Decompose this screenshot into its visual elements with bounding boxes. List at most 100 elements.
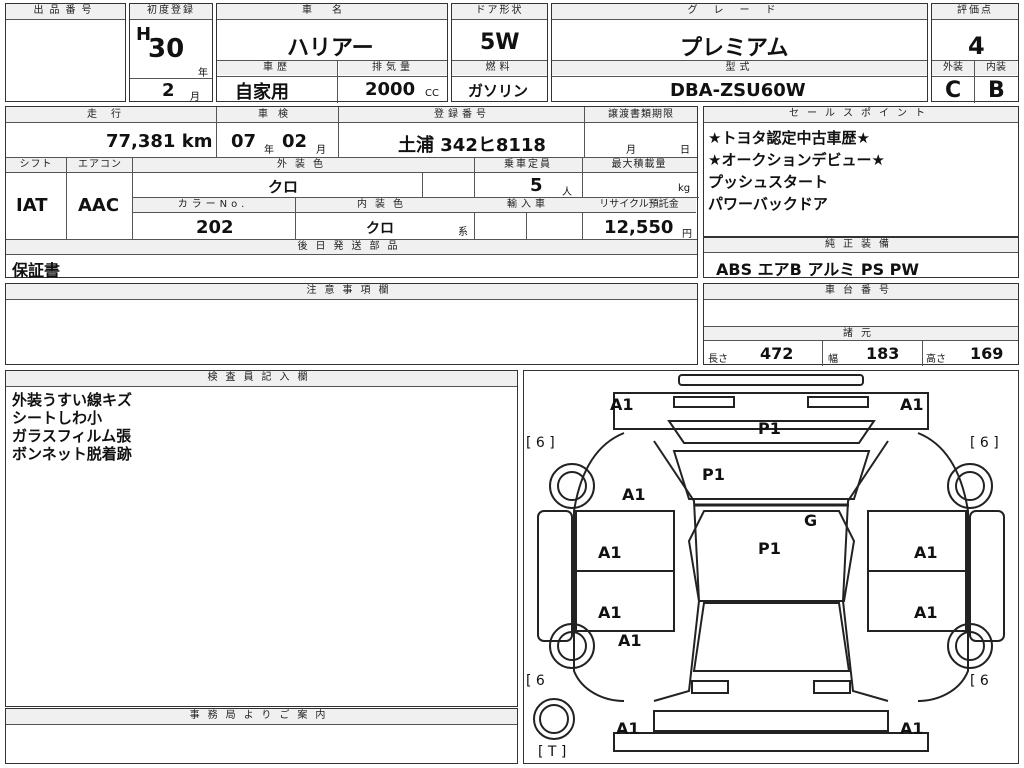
spec-label: 諸元 bbox=[704, 327, 1018, 341]
recycle-fee: 12,550 bbox=[604, 217, 674, 238]
tire-rear-left: [ 6 bbox=[526, 673, 545, 689]
parts-label: 後日発送部品 bbox=[6, 240, 697, 255]
grade: プレミアム bbox=[680, 36, 789, 61]
recycle-unit: 円 bbox=[682, 229, 692, 240]
equipment-value: ABS エアB アルミ PS PW bbox=[716, 260, 920, 279]
displacement: 2000 bbox=[365, 79, 416, 100]
inspector-box: 検査員記入欄 外装うすい線キズ シートしわ小 ガラスフィルム張 ボンネット脱着跡 bbox=[5, 370, 518, 707]
damage-diagram: [ 6 ] [ 6 ] [ 6 [ 6 [ T ] A1 A1 P1 P1 A1… bbox=[523, 370, 1019, 764]
shift: IAT bbox=[16, 195, 48, 216]
first-reg-box: 初度登録 H 30 年 2 月 bbox=[129, 3, 213, 103]
capacity-label: 乗車定員 bbox=[504, 159, 552, 170]
mileage: 77,381 km bbox=[106, 131, 213, 152]
reg-year: 30 bbox=[148, 34, 185, 64]
width-label: 幅 bbox=[828, 354, 838, 365]
grade-box: グレード プレミアム 型式 DBA-ZSU60W bbox=[551, 3, 928, 102]
damage-mark: P1 bbox=[758, 419, 781, 438]
color-no-label: カラーNo. bbox=[177, 199, 249, 210]
sales-point-2: ★オークションデビュー★ bbox=[708, 151, 885, 169]
transfer-label: 譲渡書類期限 bbox=[608, 109, 674, 120]
damage-mark: P1 bbox=[702, 465, 725, 484]
fuel-label: 燃料 bbox=[452, 61, 547, 75]
equipment-box: 純正装備 ABS エアB アルミ PS PW bbox=[703, 237, 1019, 279]
reg-year-unit: 年 bbox=[198, 68, 208, 79]
spare-tire: [ T ] bbox=[538, 744, 567, 760]
interior-grade: B bbox=[988, 78, 1005, 103]
aircon: AAC bbox=[78, 195, 120, 216]
office-label: 事務局よりご案内 bbox=[6, 709, 517, 725]
int-color-label: 内装色 bbox=[357, 199, 411, 210]
transfer-month-unit: 月 bbox=[626, 145, 636, 156]
door-type: 5W bbox=[480, 30, 520, 55]
aircon-label: エアコン bbox=[78, 159, 122, 170]
damage-mark: G bbox=[804, 511, 818, 530]
tire-front-right: [ 6 ] bbox=[970, 435, 999, 451]
load-unit: kg bbox=[678, 183, 691, 194]
displacement-label: 排気量 bbox=[339, 61, 447, 75]
damage-mark: A1 bbox=[618, 631, 642, 650]
inspection-month: 02 bbox=[282, 131, 308, 152]
mileage-label: 走行 bbox=[87, 109, 135, 120]
damage-mark: A1 bbox=[598, 603, 622, 622]
inspector-note-4: ボンネット脱着跡 bbox=[12, 445, 132, 463]
tire-rear-right: [ 6 bbox=[970, 673, 989, 689]
width: 183 bbox=[866, 344, 900, 363]
exterior-label: 外装 bbox=[932, 61, 974, 75]
office-box: 事務局よりご案内 bbox=[5, 708, 518, 764]
sales-point-1: ★トヨタ認定中古車歴★ bbox=[708, 129, 870, 147]
ext-color: クロ bbox=[268, 178, 299, 196]
inspection-label: 車検 bbox=[258, 109, 298, 120]
history-label: 車歴 bbox=[217, 61, 337, 75]
score-box: 評価点 4 外装 内装 C B bbox=[931, 3, 1019, 103]
fuel: ガソリン bbox=[468, 82, 529, 100]
int-color-unit: 系 bbox=[458, 227, 468, 238]
reg-month: 2 bbox=[162, 80, 175, 101]
chassis-label: 車台番号 bbox=[704, 284, 1018, 300]
door-label: ドア形状 bbox=[452, 4, 547, 20]
sales-point-3: プッシュスタート bbox=[708, 173, 829, 191]
damage-mark: A1 bbox=[914, 603, 938, 622]
length-label: 長さ bbox=[708, 354, 728, 365]
capacity-unit: 人 bbox=[562, 187, 572, 198]
score: 4 bbox=[968, 32, 985, 60]
sales-point-box: セールスポイント ★トヨタ認定中古車歴★ ★オークションデビュー★ プッシュスタ… bbox=[703, 106, 1019, 237]
exterior-grade: C bbox=[945, 78, 962, 103]
grade-label: グレード bbox=[552, 4, 927, 20]
history: 自家用 bbox=[235, 82, 289, 103]
inspection-month-unit: 月 bbox=[316, 145, 326, 156]
height: 169 bbox=[970, 344, 1004, 363]
reg-month-unit: 月 bbox=[190, 92, 200, 103]
transfer-day-unit: 日 bbox=[680, 145, 690, 156]
damage-mark: A1 bbox=[900, 395, 924, 414]
ext-color-label: 外装色 bbox=[277, 159, 331, 170]
inspection-year: 07 bbox=[231, 131, 257, 152]
car-name: ハリアー bbox=[287, 36, 374, 61]
first-reg-label: 初度登録 bbox=[130, 4, 212, 20]
chassis-box: 車台番号 諸元 長さ 472 幅 183 高さ 169 bbox=[703, 283, 1019, 366]
parts-value: 保証書 bbox=[12, 261, 61, 280]
sales-point-4: パワーバックドア bbox=[708, 195, 828, 213]
color-no: 202 bbox=[196, 217, 234, 238]
damage-mark: P1 bbox=[758, 539, 781, 558]
sales-point-label: セールスポイント bbox=[704, 107, 1018, 123]
recycle-label: リサイクル預託金 bbox=[599, 199, 679, 210]
tire-front-left: [ 6 ] bbox=[526, 435, 555, 451]
inspection-year-unit: 年 bbox=[264, 145, 274, 156]
capacity: 5 bbox=[530, 175, 543, 196]
height-label: 高さ bbox=[926, 354, 946, 365]
lot-box: 出品番号 bbox=[5, 3, 126, 102]
interior-label: 内装 bbox=[975, 61, 1017, 75]
model-label: 型式 bbox=[552, 61, 927, 75]
damage-mark: A1 bbox=[622, 485, 646, 504]
lot-label: 出品番号 bbox=[6, 4, 125, 20]
max-load-label: 最大積載量 bbox=[611, 159, 667, 170]
damage-mark: A1 bbox=[900, 719, 924, 738]
damage-mark: A1 bbox=[914, 543, 938, 562]
notes-label: 注意事項欄 bbox=[6, 284, 697, 300]
inspector-label: 検査員記入欄 bbox=[6, 371, 517, 387]
notes-box: 注意事項欄 bbox=[5, 283, 698, 365]
equipment-label: 純正装備 bbox=[704, 238, 1018, 253]
spec-block: 走行 車検 登録番号 譲渡書類期限 77,381 km 07 年 02 月 土浦… bbox=[5, 106, 699, 280]
displacement-unit: CC bbox=[425, 88, 439, 99]
length: 472 bbox=[760, 344, 794, 363]
